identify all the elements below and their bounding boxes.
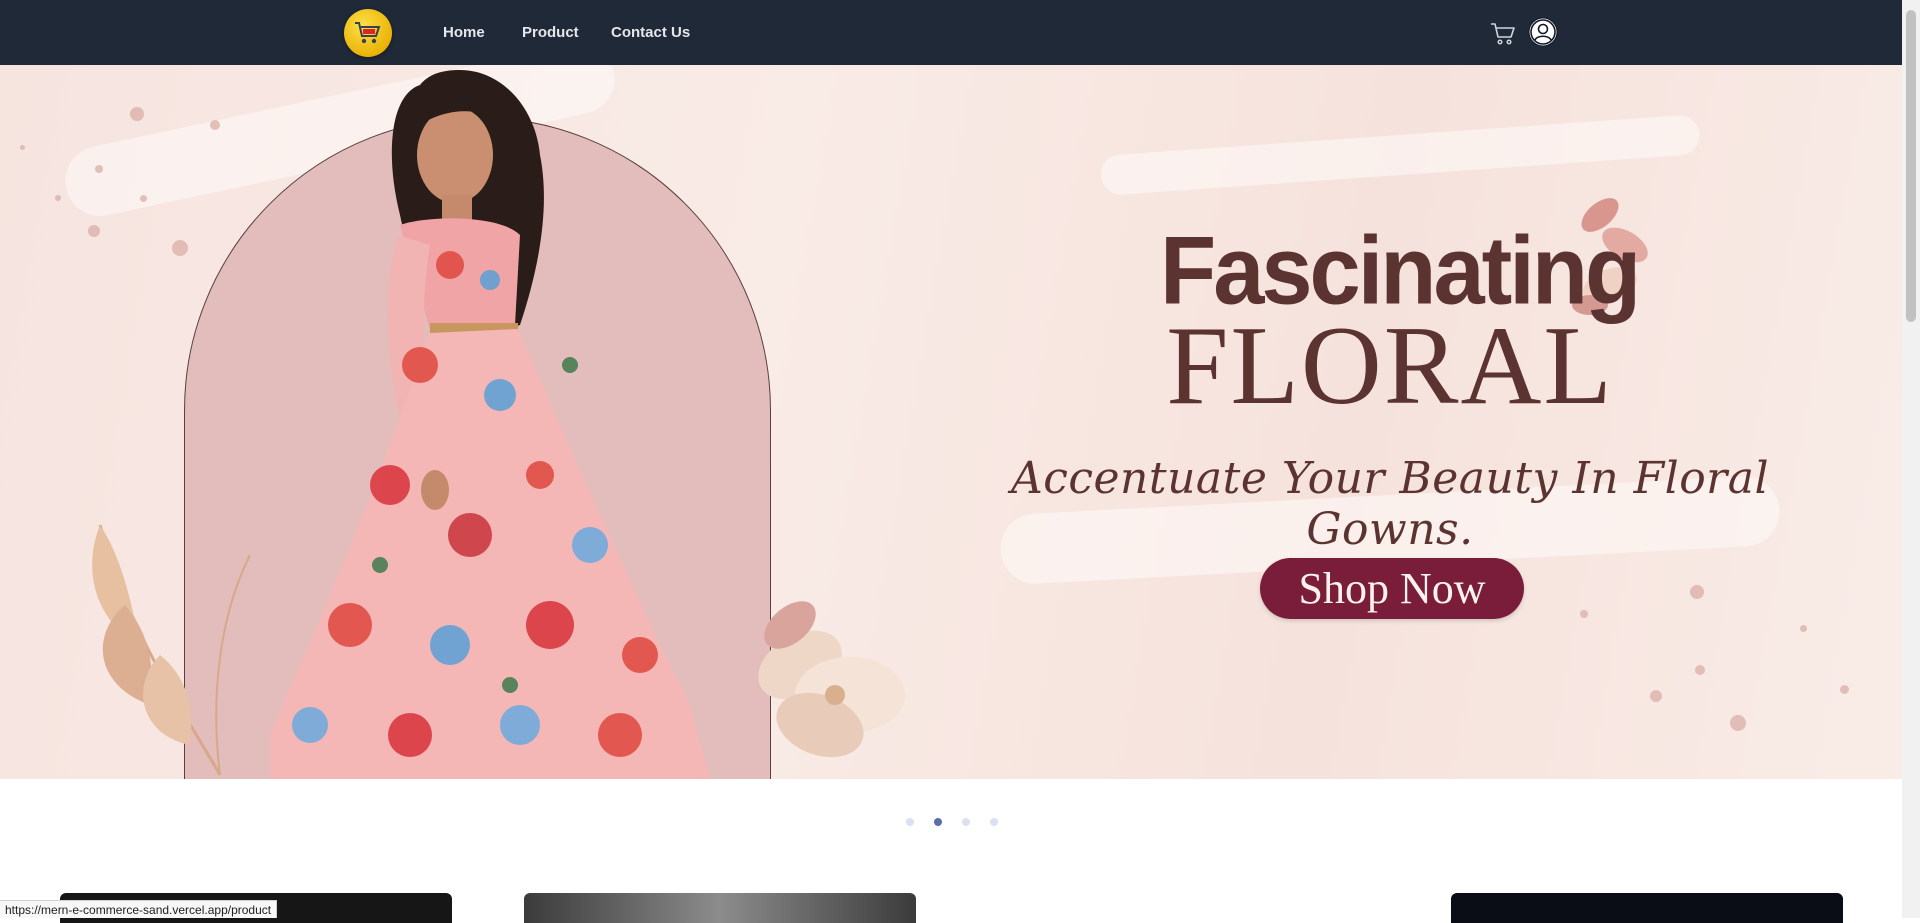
paint-splat: [1840, 685, 1849, 694]
paint-splat: [95, 165, 103, 173]
paint-splat: [130, 107, 144, 121]
nav-link-contact-us[interactable]: Contact Us: [611, 24, 690, 41]
carousel-dot[interactable]: [990, 818, 998, 826]
product-card[interactable]: [1451, 893, 1843, 923]
carousel-dot[interactable]: [906, 818, 914, 826]
model-photo: [270, 70, 710, 779]
cart-icon[interactable]: [1490, 20, 1516, 46]
paint-splat: [210, 120, 220, 130]
status-bar-url: https://mern-e-commerce-sand.vercel.app/…: [0, 900, 278, 918]
paint-splat: [1650, 690, 1662, 702]
product-card[interactable]: [524, 893, 916, 923]
hero-tagline: Accentuate Your Beauty In Floral Gowns.: [1010, 453, 1770, 555]
carousel-indicators: [906, 818, 998, 826]
nav-link-home[interactable]: Home: [443, 24, 485, 41]
paint-splat: [88, 225, 100, 237]
paint-splat: [1800, 625, 1807, 632]
navbar: Home Product Contact Us: [0, 0, 1902, 65]
paint-splat: [1580, 610, 1588, 618]
carousel-dot[interactable]: [962, 818, 970, 826]
carousel-dot-active[interactable]: [934, 818, 942, 826]
paint-splat: [1730, 715, 1746, 731]
scrollbar[interactable]: [1902, 0, 1920, 918]
paint-splat: [140, 195, 147, 202]
scrollbar-thumb[interactable]: [1906, 10, 1916, 322]
shopping-cart-logo-icon[interactable]: [344, 9, 392, 57]
dried-leaves-icon: [92, 524, 251, 776]
paint-splat: [20, 145, 25, 150]
paint-splat: [172, 240, 188, 256]
hero-headline-line2: FLORAL: [1166, 304, 1614, 428]
paint-splat: [1690, 585, 1704, 599]
flower-icon: [758, 601, 905, 758]
shop-now-button[interactable]: Shop Now: [1260, 558, 1524, 619]
paint-splat: [1695, 665, 1705, 675]
paint-splat: [55, 195, 61, 201]
nav-link-product[interactable]: Product: [522, 24, 579, 41]
user-circle-icon[interactable]: [1528, 17, 1558, 47]
hero-banner[interactable]: Fascinating FLORAL Accentuate Your Beaut…: [0, 65, 1902, 779]
